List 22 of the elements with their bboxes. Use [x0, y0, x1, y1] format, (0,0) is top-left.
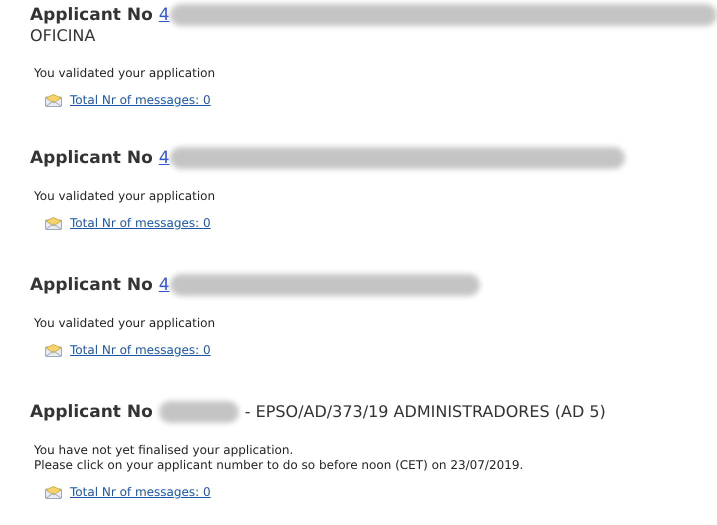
status-text: You validated your application — [34, 316, 216, 331]
competition-title: - EPSO/AD/373/19 ADMINISTRADORES (AD 5) — [244, 402, 606, 422]
envelope-icon — [45, 216, 62, 230]
applicant-label: Applicant No — [30, 402, 153, 422]
status-text: You have not yet finalised your application. — [34, 443, 294, 458]
status-text: You validated your application — [34, 189, 216, 204]
messages-link[interactable]: Total Nr of messages: 0 — [70, 483, 211, 501]
applicant-number-link[interactable]: 4 — [158, 275, 170, 295]
envelope-icon — [45, 94, 62, 106]
competition-title: OFICINA — [30, 26, 96, 46]
messages-link[interactable]: Total Nr of messages: 0 — [70, 341, 211, 359]
envelope-icon — [45, 344, 62, 356]
messages-link[interactable]: Total Nr of messages: 0 — [70, 91, 211, 109]
messages-link[interactable]: Total Nr of messages: 0 — [70, 214, 211, 232]
applicant-number-link[interactable]: 4 — [158, 148, 170, 168]
status-text: Please click on your applicant number to do so before noon (CET) on 23/07/2019. — [34, 458, 524, 473]
applicant-label: Applicant No — [30, 5, 153, 25]
envelope-icon — [45, 486, 62, 498]
applicant-number-link[interactable]: 4 — [158, 5, 170, 25]
applicant-label: Applicant No — [30, 148, 153, 168]
status-text: You validated your application — [34, 66, 216, 81]
applicant-label: Applicant No — [30, 275, 153, 295]
